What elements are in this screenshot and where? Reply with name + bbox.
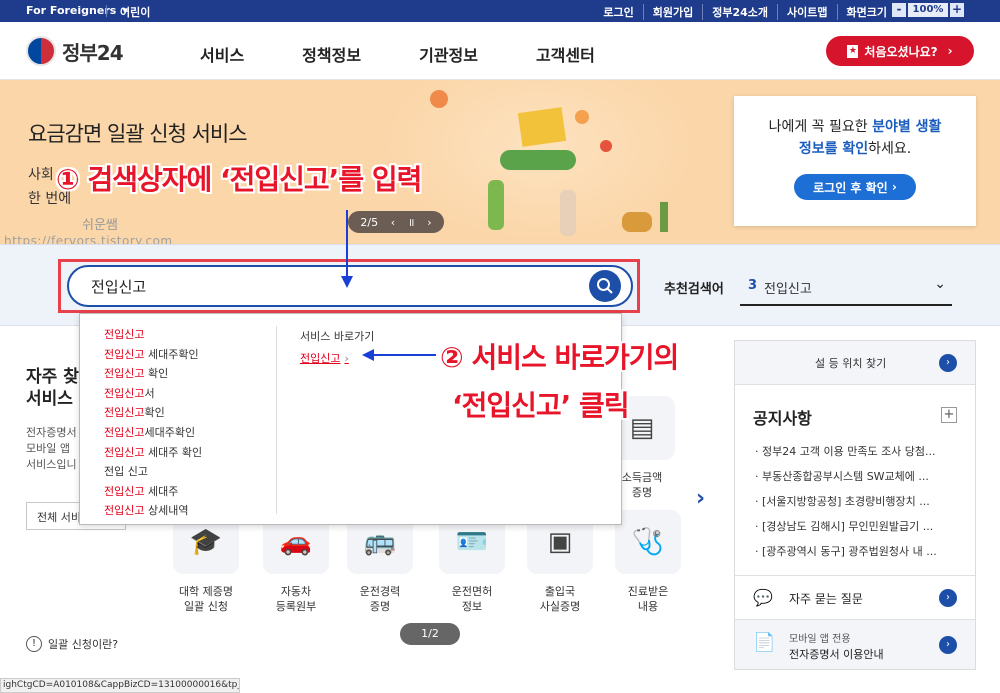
arrow-down-head — [341, 276, 353, 288]
annotation-step2-line1: ② 서비스 바로가기의 — [440, 341, 679, 374]
annotation-step1: ① 검색상자에 ‘전입신고’를 입력 — [56, 163, 422, 196]
arrow-left-head — [362, 349, 374, 361]
annotation-step2-line2: ‘전입신고’ 클릭 — [452, 389, 630, 422]
browser-status-url: ighCtgCD=A010108&CappBizCD=13100000016&t… — [0, 678, 240, 693]
